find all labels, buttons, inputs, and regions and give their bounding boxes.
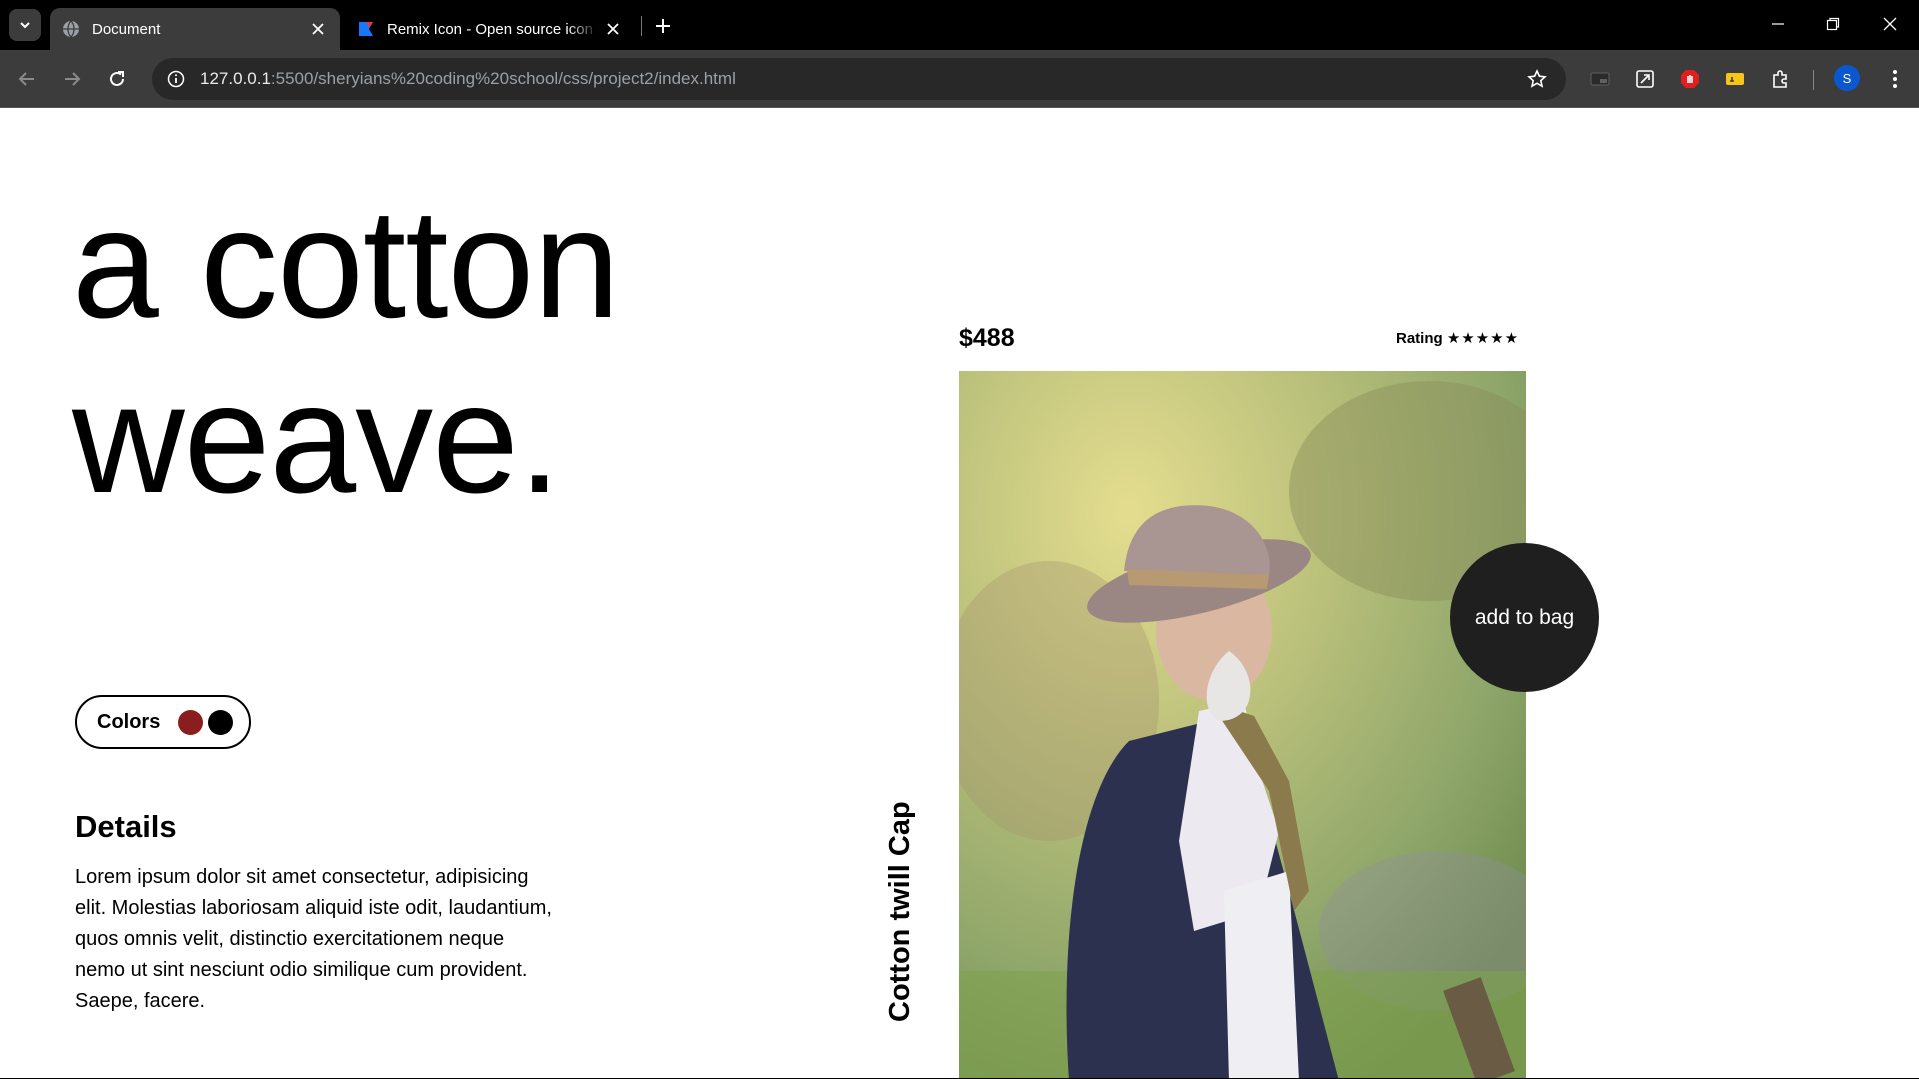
picture-in-picture-icon[interactable] [1585,64,1615,94]
tab-title: Remix Icon - Open source icon library [387,20,599,38]
colors-picker: Colors [75,695,251,749]
arrow-left-icon [18,72,34,86]
color-swatch-maroon[interactable] [178,709,204,735]
restore-button[interactable] [1813,8,1853,40]
screenshot-extension-icon[interactable] [1630,64,1660,94]
rating-stars-icon: ★★★★★ [1446,330,1520,347]
details-heading: Details [75,809,177,844]
toolbar-separator [1813,70,1814,90]
extensions-puzzle-icon[interactable] [1765,64,1795,94]
address-bar[interactable]: 127.0.0.1:5500/sheryians%20coding%20scho… [152,58,1566,100]
bookmark-star-icon[interactable] [1522,64,1552,94]
reload-icon [110,71,124,86]
tab-search-button[interactable] [9,9,41,41]
hero-title: a cotton weave. [72,177,620,527]
back-button[interactable] [10,62,44,96]
url-path: :5500/sheryians%20coding%20school/css/pr… [270,69,736,88]
adblock-extension-icon[interactable] [1675,64,1705,94]
colors-label: Colors [97,710,161,733]
close-tab-icon[interactable] [304,15,332,43]
url-host: 127.0.0.1 [200,69,271,88]
product-photo [959,371,1526,1079]
tab-separator [641,16,642,36]
browser-menu-icon[interactable] [1880,64,1910,94]
remix-logo-icon [359,22,373,36]
hero-title-line-1: a cotton [72,177,620,351]
globe-icon [63,20,79,38]
minimize-icon [1772,23,1784,25]
reload-button[interactable] [100,62,134,96]
close-icon [1883,17,1897,31]
browser-toolbar: 127.0.0.1:5500/sheryians%20coding%20scho… [0,50,1919,108]
arrow-right-icon [65,72,81,86]
browser-tab-bar: Document Remix Icon - Open source icon l… [0,0,1919,50]
tab-remix-icon[interactable]: Remix Icon - Open source icon library [345,8,635,50]
tab-document[interactable]: Document [50,8,340,50]
chevron-down-icon [20,22,30,29]
minimize-button[interactable] [1758,8,1798,40]
product-rating: Rating ★★★★★ [1396,329,1519,347]
web-page: a cotton weave. Colors Details Lorem ips… [0,109,1919,1079]
product-name: Cotton twill Cap [884,801,916,1022]
new-tab-button[interactable] [648,11,678,41]
color-swatch-black[interactable] [208,709,234,735]
rating-label: Rating [1396,330,1443,347]
plus-icon [656,19,670,33]
tab-title: Document [92,20,161,38]
add-to-bag-button[interactable]: add to bag [1450,543,1599,692]
close-window-button[interactable] [1870,8,1910,40]
hero-title-line-2: weave. [72,352,561,526]
close-tab-icon[interactable] [599,15,627,43]
product-price: $488 [959,324,1015,352]
profile-avatar[interactable]: S [1834,65,1860,91]
site-info-icon[interactable] [162,65,190,93]
details-description: Lorem ipsum dolor sit amet consectetur, … [75,866,552,1012]
tampermonkey-extension-icon[interactable] [1720,64,1750,94]
forward-button[interactable] [55,62,89,96]
url-text: 127.0.0.1:5500/sheryians%20coding%20scho… [200,69,1522,89]
restore-icon [1826,17,1840,31]
